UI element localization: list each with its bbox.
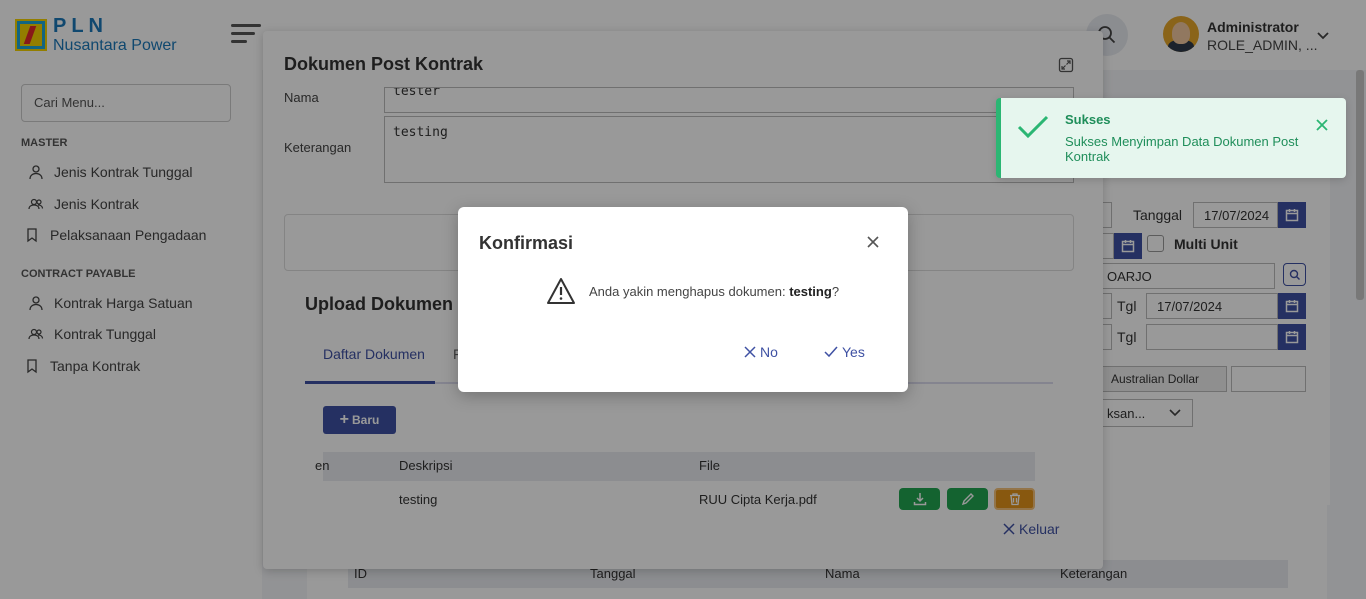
close-icon[interactable] — [866, 235, 880, 254]
no-button-label: No — [760, 344, 778, 360]
confirm-dialog: Konfirmasi Anda yakin menghapus dokumen:… — [458, 207, 908, 392]
toast-title: Sukses — [1065, 112, 1111, 127]
confirm-message-suffix: ? — [831, 284, 840, 299]
warning-icon — [546, 277, 576, 310]
confirm-message-item: testing — [789, 284, 832, 299]
check-icon — [1017, 114, 1049, 145]
success-toast: Sukses Sukses Menyimpan Data Dokumen Pos… — [996, 98, 1346, 178]
confirm-message: Anda yakin menghapus dokumen: testing? — [589, 284, 839, 299]
no-button[interactable]: No — [744, 344, 778, 360]
confirm-message-prefix: Anda yakin menghapus dokumen: — [589, 284, 790, 299]
yes-button-label: Yes — [842, 344, 865, 360]
yes-button[interactable]: Yes — [824, 344, 865, 360]
check-icon — [824, 346, 838, 358]
close-icon[interactable] — [1315, 118, 1329, 137]
confirm-title: Konfirmasi — [479, 233, 574, 253]
close-icon — [744, 346, 756, 358]
toast-message: Sukses Menyimpan Data Dokumen Post Kontr… — [1065, 134, 1299, 164]
